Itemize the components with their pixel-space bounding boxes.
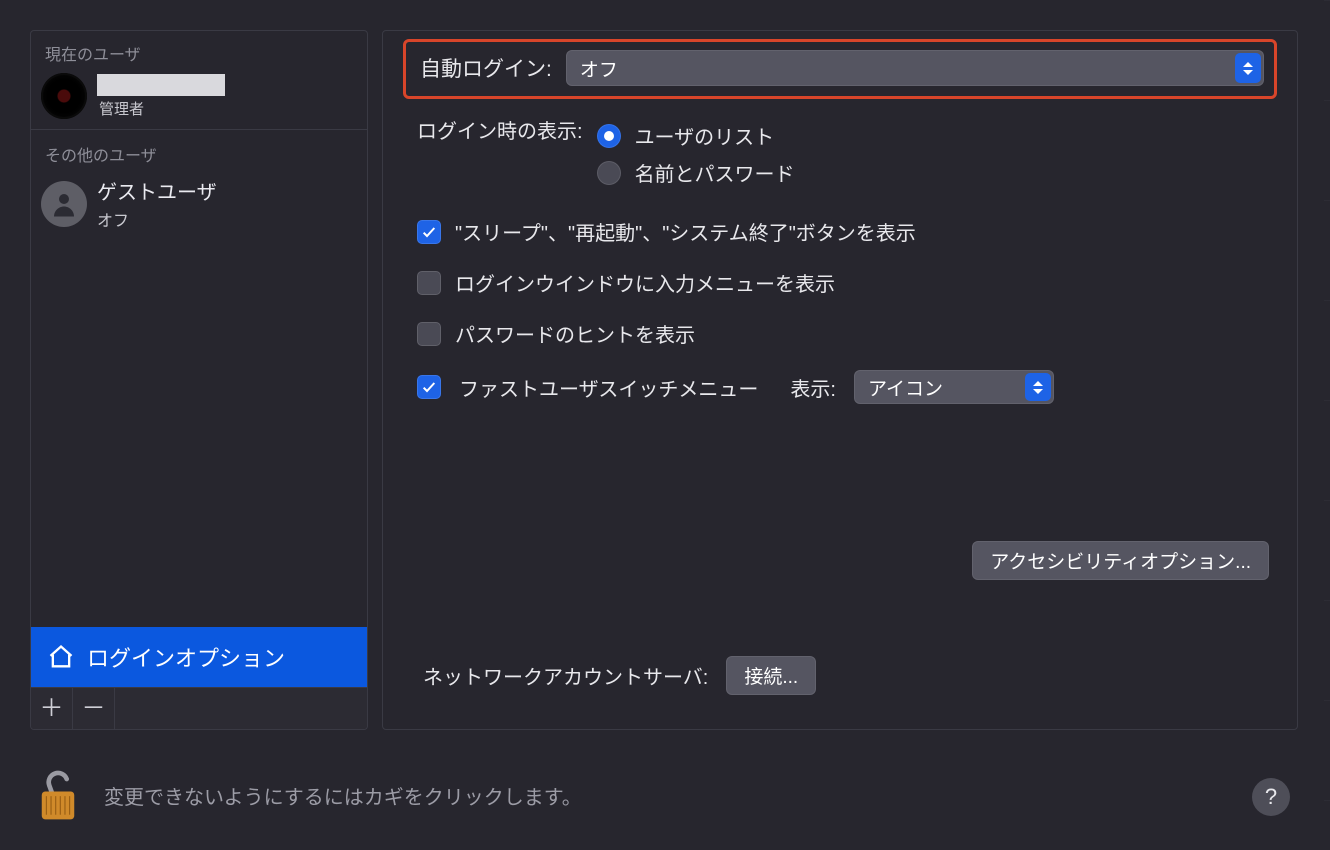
radio-user-list[interactable] bbox=[597, 124, 621, 148]
radio-name-password-label: 名前とパスワード bbox=[635, 158, 795, 187]
current-user-role: 管理者 bbox=[97, 98, 225, 119]
check-fast-user-switch-label: ファストユーザスイッチメニュー bbox=[459, 373, 758, 402]
house-icon bbox=[47, 643, 75, 671]
sidebar-divider bbox=[31, 129, 367, 130]
fast-user-display-select[interactable]: アイコン bbox=[854, 370, 1054, 404]
unlocked-padlock-icon[interactable] bbox=[34, 766, 82, 824]
radio-user-list-label: ユーザのリスト bbox=[635, 121, 775, 150]
login-display-option-list[interactable]: ユーザのリスト bbox=[597, 121, 795, 150]
check-fast-user-switch-row[interactable]: ファストユーザスイッチメニュー 表示: アイコン bbox=[417, 370, 1277, 404]
fast-user-display-value: アイコン bbox=[868, 374, 943, 401]
guest-user-status: オフ bbox=[97, 207, 217, 231]
remove-user-button[interactable]: － bbox=[73, 688, 115, 730]
other-users-header: その他のユーザ bbox=[31, 132, 367, 170]
login-options-label: ログインオプション bbox=[87, 641, 285, 673]
check-sleep-restart-shutdown[interactable] bbox=[417, 220, 441, 244]
lock-bar: 変更できないようにするにはカギをクリックします。 bbox=[34, 766, 582, 824]
add-user-button[interactable]: ＋ bbox=[31, 688, 73, 730]
network-account-label: ネットワークアカウントサーバ: bbox=[423, 661, 708, 690]
check-sleep-restart-shutdown-label: "スリープ"、"再起動"、"システム終了"ボタンを表示 bbox=[455, 217, 916, 246]
select-stepper-icon bbox=[1025, 373, 1051, 401]
check-input-menu-row[interactable]: ログインウインドウに入力メニューを表示 bbox=[417, 268, 1277, 297]
right-edge-ruler bbox=[1324, 0, 1330, 850]
accessibility-options-button[interactable]: アクセシビリティオプション... bbox=[972, 541, 1269, 580]
sidebar-footer: ＋ － bbox=[31, 687, 367, 729]
check-password-hints-label: パスワードのヒントを表示 bbox=[455, 319, 695, 348]
check-sleep-restart-shutdown-row[interactable]: "スリープ"、"再起動"、"システム終了"ボタンを表示 bbox=[417, 217, 1277, 246]
login-display-label: ログイン時の表示: bbox=[417, 113, 583, 144]
login-display-option-namepw[interactable]: 名前とパスワード bbox=[597, 158, 795, 187]
network-account-connect-button[interactable]: 接続... bbox=[726, 656, 816, 695]
current-user-header: 現在のユーザ bbox=[31, 31, 367, 69]
guest-avatar-icon bbox=[41, 181, 87, 227]
lock-bar-text: 変更できないようにするにはカギをクリックします。 bbox=[104, 781, 582, 810]
check-input-menu-label: ログインウインドウに入力メニューを表示 bbox=[455, 268, 835, 297]
select-stepper-icon bbox=[1235, 53, 1261, 83]
radio-name-password[interactable] bbox=[597, 161, 621, 185]
current-user-avatar bbox=[41, 73, 87, 119]
login-options-item[interactable]: ログインオプション bbox=[31, 627, 367, 687]
auto-login-select[interactable]: オフ bbox=[566, 50, 1264, 86]
guest-user-name: ゲストユーザ bbox=[97, 176, 217, 205]
auto-login-value: オフ bbox=[580, 55, 618, 82]
check-password-hints[interactable] bbox=[417, 322, 441, 346]
login-options-panel: 自動ログイン: オフ ログイン時の表示: ユーザのリスト 名前とパスワード bbox=[382, 30, 1298, 730]
current-user-name-redacted bbox=[97, 74, 225, 96]
guest-user-row[interactable]: ゲストユーザ オフ bbox=[31, 170, 367, 241]
auto-login-label: 自動ログイン: bbox=[420, 53, 552, 83]
current-user-row[interactable]: 管理者 bbox=[31, 69, 367, 127]
help-button[interactable]: ? bbox=[1252, 778, 1290, 816]
check-fast-user-switch[interactable] bbox=[417, 375, 441, 399]
check-password-hints-row[interactable]: パスワードのヒントを表示 bbox=[417, 319, 1277, 348]
auto-login-row-highlight: 自動ログイン: オフ bbox=[403, 39, 1277, 99]
check-input-menu[interactable] bbox=[417, 271, 441, 295]
fast-user-display-label: 表示: bbox=[790, 373, 836, 402]
users-sidebar: 現在のユーザ 管理者 その他のユーザ ゲストユーザ オフ bbox=[30, 30, 368, 730]
